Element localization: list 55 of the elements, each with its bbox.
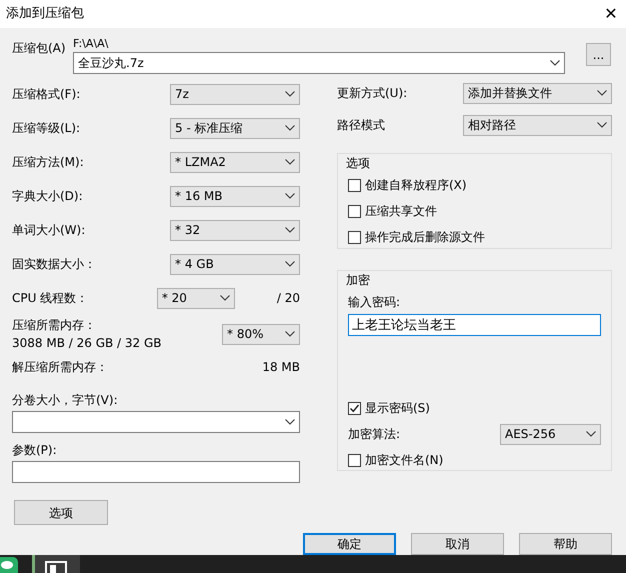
setting-combobox[interactable]: * 4 GB xyxy=(170,254,300,274)
options-button[interactable]: 选项 xyxy=(14,500,108,525)
close-button[interactable]: ✕ xyxy=(596,0,626,28)
parameters-field[interactable] xyxy=(12,461,300,483)
memory-usage: 3088 MB / 26 GB / 32 GB xyxy=(12,335,163,352)
setting-combobox[interactable]: 添加并替换文件 xyxy=(463,82,612,104)
checkbox[interactable] xyxy=(348,454,361,466)
setting-combobox[interactable]: * 32 xyxy=(170,220,300,240)
encryption-method-combobox[interactable]: AES-256 xyxy=(500,424,601,444)
encryption-method-label: 加密算法: xyxy=(348,426,400,443)
checkbox[interactable] xyxy=(348,230,361,244)
split-size-label: 分卷大小，字节(V): xyxy=(12,392,118,409)
memory-limit-combobox[interactable]: * 80% xyxy=(222,324,300,344)
chat-app-icon[interactable] xyxy=(0,555,20,573)
group-title: 选项 xyxy=(344,154,372,172)
thread-count-total: / 20 xyxy=(276,290,300,307)
password-field[interactable]: 上老王论坛当老王 xyxy=(348,314,601,336)
dialog-button[interactable]: 取消 xyxy=(411,533,504,555)
setting-label: CPU 线程数： xyxy=(12,290,90,307)
checkbox-label: 操作完成后删除源文件 xyxy=(365,229,485,246)
parameters-label: 参数(P): xyxy=(12,442,57,459)
window-title: 添加到压缩包 xyxy=(6,5,84,24)
password-label: 输入密码: xyxy=(348,294,400,311)
setting-label: 压缩方法(M): xyxy=(12,154,85,171)
browse-button[interactable]: ... xyxy=(586,43,611,66)
memory-label: 压缩所需内存： xyxy=(12,317,97,334)
setting-label: 压缩等级(L): xyxy=(12,120,82,137)
setting-label: 字典大小(D): xyxy=(12,188,84,205)
window-app-icon[interactable] xyxy=(32,555,80,573)
decompress-memory-label: 解压缩所需内存： xyxy=(12,359,108,376)
dialog-button[interactable]: 帮助 xyxy=(519,533,612,555)
archive-label: 压缩包(A) xyxy=(12,40,67,57)
setting-combobox[interactable]: * 20 xyxy=(156,288,235,308)
split-size-combobox[interactable] xyxy=(12,411,300,433)
checkbox-label: 压缩共享文件 xyxy=(365,203,437,220)
checkbox-label: 创建自释放程序(X) xyxy=(365,177,467,194)
dialog-button[interactable]: 确定 xyxy=(303,533,396,555)
checkbox[interactable] xyxy=(348,204,361,218)
archive-path: F:\A\A\ xyxy=(73,38,108,52)
setting-combobox[interactable]: * 16 MB xyxy=(170,186,300,206)
setting-combobox[interactable]: 相对路径 xyxy=(463,114,612,136)
archive-name-combobox[interactable]: 全豆沙丸.7z xyxy=(73,52,565,74)
setting-label: 压缩格式(F): xyxy=(12,86,82,103)
checkbox-label: 显示密码(S) xyxy=(365,400,430,417)
setting-combobox[interactable]: 7z xyxy=(170,84,300,104)
setting-combobox[interactable]: * LZMA2 xyxy=(170,152,300,172)
checkbox-label: 加密文件名(N) xyxy=(365,452,444,469)
checkbox[interactable] xyxy=(348,402,361,414)
setting-label: 路径模式 xyxy=(337,117,386,134)
setting-combobox[interactable]: 5 - 标准压缩 xyxy=(170,118,300,138)
checkbox[interactable] xyxy=(348,178,361,192)
setting-label: 更新方式(U): xyxy=(337,85,408,102)
setting-label: 单词大小(W): xyxy=(12,222,86,239)
decompress-memory-value: 18 MB xyxy=(262,359,300,376)
setting-label: 固实数据大小： xyxy=(12,256,97,273)
